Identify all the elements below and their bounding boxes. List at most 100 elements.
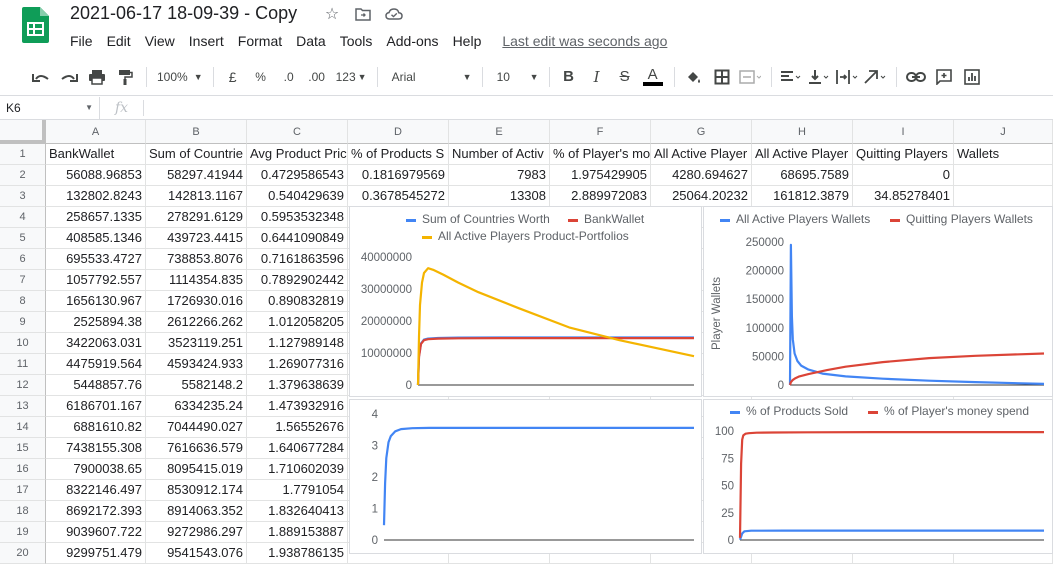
table-cell[interactable]: 132802.8243: [46, 186, 146, 207]
table-cell[interactable]: 142813.1167: [146, 186, 247, 207]
table-cell[interactable]: 1114354.835: [146, 270, 247, 291]
font-size-select[interactable]: 10 ▼: [489, 64, 543, 90]
row-header-1[interactable]: 1: [0, 144, 46, 165]
header-cell[interactable]: All Active Player: [651, 144, 752, 165]
table-cell[interactable]: 3523119.251: [146, 333, 247, 354]
chart-products-sold-money-spend[interactable]: % of Products Sold % of Player's money sp…: [703, 399, 1053, 554]
column-header-d[interactable]: D: [348, 120, 449, 144]
merge-cells-icon[interactable]: [737, 64, 763, 90]
table-cell[interactable]: 1.56552676: [247, 417, 348, 438]
table-cell[interactable]: 4593424.933: [146, 354, 247, 375]
table-cell[interactable]: 258657.1335: [46, 207, 146, 228]
table-cell[interactable]: 6186701.167: [46, 396, 146, 417]
table-cell[interactable]: 8095415.019: [146, 459, 247, 480]
table-cell[interactable]: 2612266.262: [146, 312, 247, 333]
table-cell[interactable]: 7900038.65: [46, 459, 146, 480]
table-cell[interactable]: 8914063.352: [146, 501, 247, 522]
table-cell[interactable]: 8530912.174: [146, 480, 247, 501]
table-cell[interactable]: 0.1816979569: [348, 165, 449, 186]
row-header-15[interactable]: 15: [0, 438, 46, 459]
header-cell[interactable]: BankWallet: [46, 144, 146, 165]
decrease-decimal-button[interactable]: .0: [276, 64, 302, 90]
table-cell[interactable]: 1.7791054: [247, 480, 348, 501]
column-header-c[interactable]: C: [247, 120, 348, 144]
row-header-19[interactable]: 19: [0, 522, 46, 543]
row-header-8[interactable]: 8: [0, 291, 46, 312]
table-cell[interactable]: 7044490.027: [146, 417, 247, 438]
row-header-17[interactable]: 17: [0, 480, 46, 501]
menu-edit[interactable]: Edit: [100, 31, 138, 51]
table-cell[interactable]: 6881610.82: [46, 417, 146, 438]
row-header-10[interactable]: 10: [0, 333, 46, 354]
table-cell[interactable]: 8692172.393: [46, 501, 146, 522]
table-cell[interactable]: 58297.41944: [146, 165, 247, 186]
bold-button[interactable]: B: [556, 64, 582, 90]
table-cell[interactable]: 8322146.497: [46, 480, 146, 501]
table-cell[interactable]: 5582148.2: [146, 375, 247, 396]
column-header-b[interactable]: B: [146, 120, 247, 144]
header-cell[interactable]: Wallets: [954, 144, 1053, 165]
table-cell[interactable]: 1.889153887: [247, 522, 348, 543]
row-header-16[interactable]: 16: [0, 459, 46, 480]
table-cell[interactable]: 0.5953532348: [247, 207, 348, 228]
table-cell[interactable]: 2525894.38: [46, 312, 146, 333]
table-cell[interactable]: 2.889972083: [550, 186, 651, 207]
table-cell[interactable]: 6334235.24: [146, 396, 247, 417]
table-cell[interactable]: 34.85278401: [853, 186, 954, 207]
zoom-select[interactable]: 100% ▼: [153, 64, 207, 90]
header-cell[interactable]: % of Products S: [348, 144, 449, 165]
table-cell[interactable]: 1.473932916: [247, 396, 348, 417]
currency-format-button[interactable]: £: [220, 64, 246, 90]
table-cell[interactable]: 161812.3879: [752, 186, 853, 207]
text-wrapping-icon[interactable]: [834, 64, 860, 90]
table-cell[interactable]: 5448857.76: [46, 375, 146, 396]
table-cell[interactable]: 408585.1346: [46, 228, 146, 249]
table-cell[interactable]: 9039607.722: [46, 522, 146, 543]
row-header-7[interactable]: 7: [0, 270, 46, 291]
insert-comment-icon[interactable]: [931, 64, 957, 90]
table-cell[interactable]: 3422063.031: [46, 333, 146, 354]
horizontal-align-icon[interactable]: [778, 64, 804, 90]
insert-chart-icon[interactable]: [959, 64, 985, 90]
menu-file[interactable]: File: [63, 31, 100, 51]
table-cell[interactable]: 1.379638639: [247, 375, 348, 396]
table-cell[interactable]: 1656130.967: [46, 291, 146, 312]
column-header-e[interactable]: E: [449, 120, 550, 144]
more-formats-select[interactable]: 123 ▼: [332, 64, 371, 90]
table-cell[interactable]: 56088.96853: [46, 165, 146, 186]
table-cell[interactable]: [954, 165, 1053, 186]
print-icon[interactable]: [84, 64, 110, 90]
table-cell[interactable]: 278291.6129: [146, 207, 247, 228]
text-color-button[interactable]: A: [640, 64, 666, 90]
italic-button[interactable]: I: [584, 64, 610, 90]
strikethrough-button[interactable]: S: [612, 64, 638, 90]
table-cell[interactable]: [954, 186, 1053, 207]
percent-format-button[interactable]: %: [248, 64, 274, 90]
column-header-a[interactable]: A: [46, 120, 146, 144]
column-header-j[interactable]: J: [954, 120, 1053, 144]
row-header-12[interactable]: 12: [0, 375, 46, 396]
table-cell[interactable]: 1057792.557: [46, 270, 146, 291]
increase-decimal-button[interactable]: .00: [304, 64, 330, 90]
table-cell[interactable]: 0.6441090849: [247, 228, 348, 249]
table-cell[interactable]: 439723.4415: [146, 228, 247, 249]
header-cell[interactable]: Avg Product Pric: [247, 144, 348, 165]
header-cell[interactable]: Number of Activ: [449, 144, 550, 165]
cloud-status-icon[interactable]: [384, 4, 404, 24]
star-icon[interactable]: ☆: [322, 4, 342, 24]
last-edit-link[interactable]: Last edit was seconds ago: [502, 31, 667, 51]
table-cell[interactable]: 0.890832819: [247, 291, 348, 312]
table-cell[interactable]: 0.7161863596: [247, 249, 348, 270]
table-cell[interactable]: 25064.20232: [651, 186, 752, 207]
table-cell[interactable]: 1.710602039: [247, 459, 348, 480]
table-cell[interactable]: 1.127989148: [247, 333, 348, 354]
table-cell[interactable]: 1726930.016: [146, 291, 247, 312]
table-cell[interactable]: 0: [853, 165, 954, 186]
menu-help[interactable]: Help: [446, 31, 489, 51]
column-header-f[interactable]: F: [550, 120, 651, 144]
table-cell[interactable]: 1.640677284: [247, 438, 348, 459]
chart-avg-product-price[interactable]: 0 1 2 3 4: [349, 399, 702, 554]
table-cell[interactable]: 13308: [449, 186, 550, 207]
row-header-9[interactable]: 9: [0, 312, 46, 333]
menu-data[interactable]: Data: [289, 31, 333, 51]
